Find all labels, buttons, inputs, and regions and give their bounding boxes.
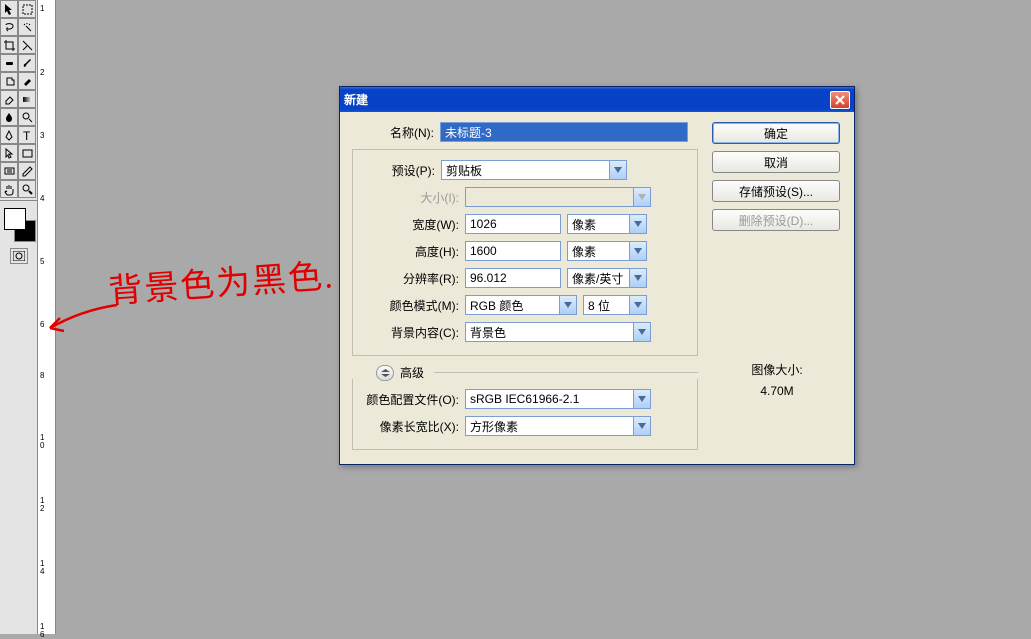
colormode-label: 颜色模式(M):	[381, 297, 465, 314]
tool-eyedropper[interactable]	[18, 162, 36, 180]
chevron-down-icon	[629, 296, 646, 314]
svg-text:T: T	[23, 129, 31, 142]
width-label: 宽度(W):	[381, 216, 465, 233]
cancel-button[interactable]: 取消	[712, 151, 840, 173]
tool-eraser[interactable]	[0, 90, 18, 108]
tool-text[interactable]: T	[18, 126, 36, 144]
tool-slice[interactable]	[18, 36, 36, 54]
dialog-titlebar[interactable]: 新建	[340, 87, 854, 112]
tool-shape[interactable]	[18, 144, 36, 162]
tool-history-brush[interactable]	[18, 72, 36, 90]
size-dropdown	[465, 187, 651, 207]
height-unit-dropdown[interactable]: 像素	[567, 241, 647, 261]
chevron-down-icon	[633, 323, 650, 341]
image-size-info: 图像大小: 4.70M	[712, 361, 842, 398]
preset-dropdown[interactable]: 剪贴板	[441, 160, 627, 180]
name-input[interactable]	[440, 122, 688, 142]
width-input[interactable]	[465, 214, 561, 234]
bgcontent-dropdown[interactable]: 背景色	[465, 322, 651, 342]
tool-wand[interactable]	[18, 18, 36, 36]
chevron-down-icon	[559, 296, 576, 314]
tool-clone[interactable]	[0, 72, 18, 90]
tool-lasso[interactable]	[0, 18, 18, 36]
advanced-group: 颜色配置文件(O): sRGB IEC61966-2.1 像素长宽比(X): 方…	[352, 379, 698, 450]
name-label: 名称(N):	[352, 124, 440, 141]
foreground-color-swatch[interactable]	[4, 208, 26, 230]
colordepth-dropdown[interactable]: 8 位	[583, 295, 647, 315]
resolution-label: 分辨率(R):	[381, 270, 465, 287]
vertical-ruler: 1 2 3 4 5 6 8 10 12 14 16	[38, 0, 56, 634]
tool-hand[interactable]	[0, 180, 18, 198]
tool-zoom[interactable]	[18, 180, 36, 198]
quickmask-button[interactable]	[10, 248, 28, 264]
close-button[interactable]	[830, 91, 850, 109]
resolution-input[interactable]	[465, 268, 561, 288]
width-unit-dropdown[interactable]: 像素	[567, 214, 647, 234]
tool-crop[interactable]	[0, 36, 18, 54]
toolbox: T	[0, 0, 38, 634]
colormode-dropdown[interactable]: RGB 颜色	[465, 295, 577, 315]
delete-preset-button: 删除预设(D)...	[712, 209, 840, 231]
tool-healing[interactable]	[0, 54, 18, 72]
chevron-down-icon	[633, 390, 650, 408]
tool-blur[interactable]	[0, 108, 18, 126]
tool-dodge[interactable]	[18, 108, 36, 126]
preset-label: 预设(P):	[357, 162, 441, 179]
profile-dropdown[interactable]: sRGB IEC61966-2.1	[465, 389, 651, 409]
chevron-down-icon	[629, 215, 646, 233]
bgcontent-label: 背景内容(C):	[381, 324, 465, 341]
tool-notes[interactable]	[0, 162, 18, 180]
save-preset-button[interactable]: 存储预设(S)...	[712, 180, 840, 202]
tool-gradient[interactable]	[18, 90, 36, 108]
new-document-dialog: 新建 名称(N): 预设(P): 剪贴板	[339, 86, 855, 465]
tool-pen[interactable]	[0, 126, 18, 144]
preset-group: 预设(P): 剪贴板 大小(I): 宽	[352, 149, 698, 356]
height-input[interactable]	[465, 241, 561, 261]
chevron-down-icon	[629, 269, 646, 287]
aspect-label: 像素长宽比(X):	[357, 418, 465, 435]
aspect-dropdown[interactable]: 方形像素	[465, 416, 651, 436]
size-label: 大小(I):	[381, 189, 465, 206]
tool-move[interactable]	[0, 0, 18, 18]
color-swatches	[0, 206, 38, 246]
tool-path-select[interactable]	[0, 144, 18, 162]
resolution-unit-dropdown[interactable]: 像素/英寸	[567, 268, 647, 288]
tool-brush[interactable]	[18, 54, 36, 72]
dialog-title: 新建	[344, 91, 830, 108]
profile-label: 颜色配置文件(O):	[357, 391, 465, 408]
tool-marquee[interactable]	[18, 0, 36, 18]
chevron-down-icon	[633, 417, 650, 435]
chevron-down-icon	[609, 161, 626, 179]
height-label: 高度(H):	[381, 243, 465, 260]
ok-button[interactable]: 确定	[712, 122, 840, 144]
chevron-down-icon	[629, 242, 646, 260]
chevron-down-icon	[633, 188, 650, 206]
